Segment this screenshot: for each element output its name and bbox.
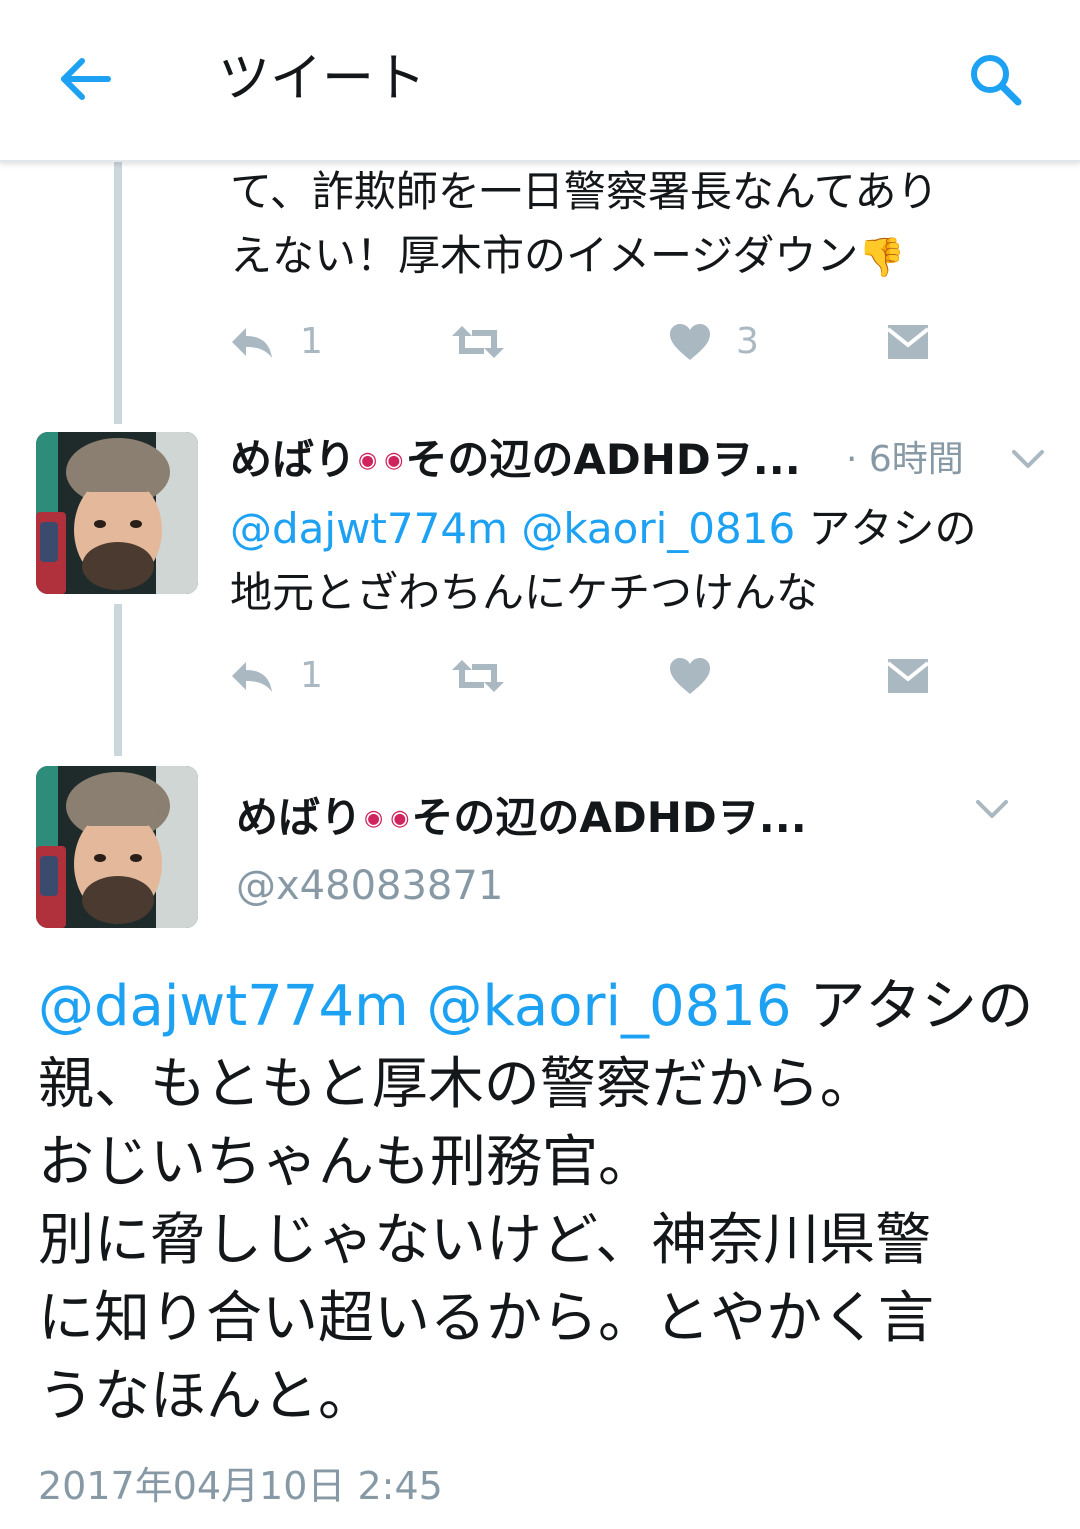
display-name-rest[interactable]: その辺のADHDヲ... bbox=[405, 430, 800, 490]
thumbs-down-emoji: 👎 bbox=[858, 235, 906, 279]
tweet-menu-button[interactable] bbox=[1008, 440, 1048, 480]
tweet-text: @dajwt774m @kaori_0816 アタシの 地元とざわちんにケチつけ… bbox=[230, 497, 1050, 625]
thread-line bbox=[114, 162, 122, 424]
tweet-detail-screen: ツイート て、詐欺師を一日警察署長なんてあり えない！厚木市のイメージダウン👎 … bbox=[0, 0, 1080, 1529]
avatar[interactable] bbox=[36, 432, 198, 594]
envelope-icon bbox=[886, 659, 930, 693]
app-header: ツイート bbox=[0, 0, 1080, 162]
search-button[interactable] bbox=[962, 46, 1028, 112]
tweet-text-line: うなほんと。 bbox=[38, 1364, 374, 1429]
tweet-author-row: めばり◉ ◉その辺のADHDヲ... bbox=[236, 788, 936, 848]
envelope-icon bbox=[886, 325, 930, 359]
heart-icon bbox=[670, 658, 710, 694]
tweet-text-segment: えない！厚木市のイメージダウン bbox=[230, 231, 859, 280]
retweet-button[interactable] bbox=[450, 312, 506, 372]
main-tweet-text: @dajwt774m @kaori_0816 アタシの 親、もともと厚木の警察だ… bbox=[38, 968, 1048, 1436]
reply-count: 1 bbox=[300, 321, 323, 362]
direct-message-button[interactable] bbox=[886, 646, 930, 706]
chevron-down-icon bbox=[976, 800, 1008, 818]
mention-link[interactable]: @kaori_0816 bbox=[426, 974, 791, 1039]
direct-message-button[interactable] bbox=[886, 312, 930, 372]
tweet-text-line: おじいちゃんも刑務官。 bbox=[38, 1130, 654, 1195]
tweet-menu-button[interactable] bbox=[972, 790, 1012, 830]
heart-icon bbox=[670, 324, 710, 360]
like-button[interactable] bbox=[668, 646, 712, 706]
tweet-text-line: 親、もともと厚木の警察だから。 bbox=[38, 1052, 876, 1117]
user-photo-icon bbox=[36, 766, 198, 928]
chevron-down-icon bbox=[1012, 450, 1044, 468]
tweet-text-line: えない！厚木市のイメージダウン👎 bbox=[230, 224, 1050, 289]
user-handle[interactable]: @x48083871 bbox=[236, 858, 503, 914]
arrow-left-icon bbox=[61, 58, 111, 100]
eyes-emoji-icon: ◉ ◉ bbox=[358, 447, 404, 473]
reply-icon bbox=[232, 328, 272, 358]
like-count: 3 bbox=[736, 321, 759, 362]
tweet-text-line: 地元とざわちんにケチつけんな bbox=[230, 568, 819, 617]
reply-button[interactable]: 1 bbox=[228, 312, 323, 372]
tweet-actions: 1 3 bbox=[228, 312, 948, 372]
reply-icon bbox=[232, 662, 272, 692]
eyes-emoji-icon: ◉ ◉ bbox=[364, 805, 410, 831]
mention-link[interactable]: @dajwt774m bbox=[38, 974, 409, 1039]
thread-line bbox=[114, 604, 122, 756]
tweet-text-line: に知り合い超いるから。とやかく言 bbox=[38, 1286, 934, 1351]
tweet-text: て、詐欺師を一日警察署長なんてあり えない！厚木市のイメージダウン👎 bbox=[230, 160, 1050, 289]
mention-link[interactable]: @kaori_0816 bbox=[521, 504, 795, 553]
tweet-text-segment: アタシの bbox=[795, 504, 977, 553]
like-button[interactable]: 3 bbox=[668, 312, 759, 372]
avatar[interactable] bbox=[36, 766, 198, 928]
user-photo-icon bbox=[36, 432, 198, 594]
tweet-text-line: @dajwt774m @kaori_0816 アタシの bbox=[230, 497, 1050, 561]
reply-button[interactable]: 1 bbox=[228, 646, 323, 706]
tweet-text-line: @dajwt774m @kaori_0816 アタシの bbox=[38, 968, 1048, 1046]
display-name[interactable]: めばり bbox=[230, 430, 356, 490]
retweet-icon bbox=[452, 660, 504, 692]
search-icon bbox=[971, 55, 1022, 106]
display-name-rest[interactable]: その辺のADHDヲ... bbox=[411, 788, 806, 848]
tweet-text-segment: アタシの bbox=[791, 974, 1034, 1039]
mention-link[interactable]: @dajwt774m bbox=[230, 504, 508, 553]
retweet-button[interactable] bbox=[450, 646, 506, 706]
tweet-time: · 6時間 bbox=[846, 439, 964, 480]
tweet-text-line: 別に脅しじゃないけど、神奈川県警 bbox=[38, 1208, 932, 1273]
tweet-timestamp: 2017年04月10日 2:45 bbox=[38, 1464, 443, 1508]
tweet-text-line: て、詐欺師を一日警察署長なんてあり bbox=[230, 167, 939, 216]
back-button[interactable] bbox=[52, 46, 118, 112]
reply-count: 1 bbox=[300, 655, 323, 696]
page-title: ツイート bbox=[218, 49, 427, 109]
retweet-icon bbox=[452, 326, 504, 358]
display-name[interactable]: めばり bbox=[236, 788, 362, 848]
tweet-actions: 1 bbox=[228, 646, 948, 706]
tweet-author-row: めばり◉ ◉その辺のADHDヲ... · 6時間 bbox=[230, 430, 1060, 490]
